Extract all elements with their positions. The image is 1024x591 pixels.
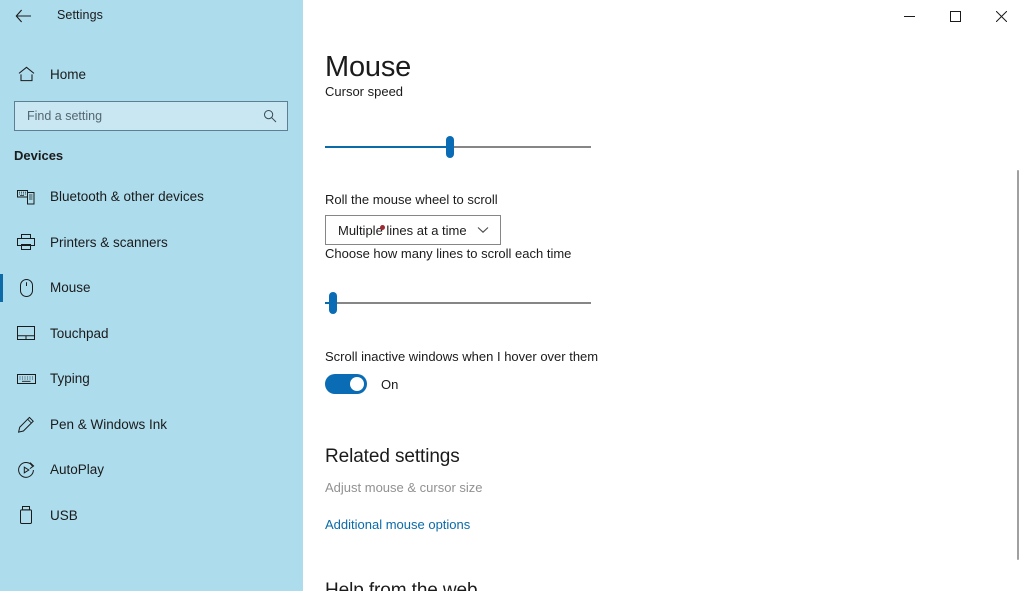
printer-icon [4, 234, 48, 251]
click-marker-dot [380, 225, 385, 230]
sidebar-item-label: Touchpad [50, 325, 109, 341]
sidebar-item-label: Typing [50, 371, 90, 387]
sidebar: Home Devices [0, 32, 303, 591]
back-arrow-icon [15, 9, 32, 23]
back-button[interactable] [6, 2, 40, 30]
sidebar-item-label: Mouse [50, 280, 91, 296]
sidebar-item-bluetooth-other-devices[interactable]: Bluetooth & other devices [0, 174, 303, 220]
page-title: Mouse [325, 50, 428, 84]
title-bar: Settings [0, 0, 1024, 32]
slider-fill [325, 146, 451, 148]
chevron-down-icon [474, 226, 492, 234]
minimize-button[interactable] [886, 0, 932, 32]
inactive-scroll-toggle[interactable] [325, 374, 367, 394]
lines-to-scroll-slider[interactable] [325, 292, 591, 314]
maximize-button[interactable] [932, 0, 978, 32]
inactive-scroll-toggle-row: On [325, 374, 398, 394]
sidebar-section-title: Devices [14, 148, 64, 163]
search-box[interactable] [14, 101, 288, 131]
main-content: Cursor speed Roll the mouse wheel to scr… [303, 32, 1024, 591]
scroll-mode-dropdown[interactable]: Multiple lines at a time [325, 215, 501, 245]
sidebar-item-label: Printers & scanners [50, 234, 168, 250]
selection-indicator [0, 274, 3, 302]
window-title: Settings [57, 8, 103, 22]
usb-icon [4, 506, 48, 525]
sidebar-item-typing[interactable]: Typing [0, 356, 303, 402]
sidebar-item-touchpad[interactable]: Touchpad [0, 311, 303, 357]
sidebar-item-usb[interactable]: USB [0, 493, 303, 539]
scroll-mode-label: Roll the mouse wheel to scroll [325, 192, 498, 207]
sidebar-item-label: USB [50, 507, 78, 523]
cursor-speed-label: Cursor speed [325, 84, 404, 99]
home-label: Home [50, 66, 87, 82]
related-settings-heading: Related settings [325, 446, 460, 467]
pen-icon [4, 416, 48, 433]
settings-window: Settings Home Find a setting Devices Blu… [0, 0, 1024, 591]
scroll-mode-value: Multiple lines at a time [338, 222, 467, 238]
autoplay-icon [4, 461, 48, 479]
sidebar-nav-list: Bluetooth & other devices Printers & sca… [0, 174, 303, 538]
title-bar-left-pane [0, 0, 303, 32]
close-button[interactable] [978, 0, 1024, 32]
slider-thumb[interactable] [328, 292, 337, 314]
search-container [14, 101, 288, 131]
search-icon [261, 109, 279, 123]
close-icon [995, 10, 1007, 22]
help-from-web-heading: Help from the web [325, 580, 478, 591]
toggle-knob [350, 377, 364, 391]
settings-scroll-area: Cursor speed Roll the mouse wheel to scr… [303, 32, 1024, 591]
lines-to-scroll-label: Choose how many lines to scroll each tim… [325, 246, 572, 261]
sidebar-item-mouse[interactable]: Mouse [0, 265, 303, 311]
touchpad-icon [4, 326, 48, 341]
sidebar-item-label: AutoPlay [50, 462, 105, 478]
mouse-icon [4, 278, 48, 297]
sidebar-item-label: Pen & Windows Ink [50, 416, 168, 432]
slider-track [325, 302, 591, 304]
maximize-icon [949, 10, 961, 22]
sidebar-item-printers-scanners[interactable]: Printers & scanners [0, 220, 303, 266]
home-icon [4, 66, 48, 82]
sidebar-item-label: Bluetooth & other devices [50, 189, 204, 205]
sidebar-item-home[interactable]: Home [0, 57, 303, 91]
window-controls [886, 0, 1024, 32]
minimize-icon [903, 11, 915, 22]
sidebar-item-pen-windows-ink[interactable]: Pen & Windows Ink [0, 402, 303, 448]
inactive-scroll-label: Scroll inactive windows when I hover ove… [325, 349, 599, 364]
sidebar-item-autoplay[interactable]: AutoPlay [0, 447, 303, 493]
bluetooth-devices-icon [4, 189, 48, 205]
slider-thumb[interactable] [446, 136, 455, 158]
additional-mouse-options-link[interactable]: Additional mouse options [325, 517, 470, 532]
cursor-speed-slider[interactable] [325, 136, 591, 158]
keyboard-icon [4, 373, 48, 385]
content-scrollbar[interactable] [1017, 170, 1019, 560]
toggle-state-label: On [381, 376, 399, 392]
search-input[interactable] [27, 109, 261, 123]
adjust-mouse-cursor-size-text: Adjust mouse & cursor size [325, 480, 483, 495]
